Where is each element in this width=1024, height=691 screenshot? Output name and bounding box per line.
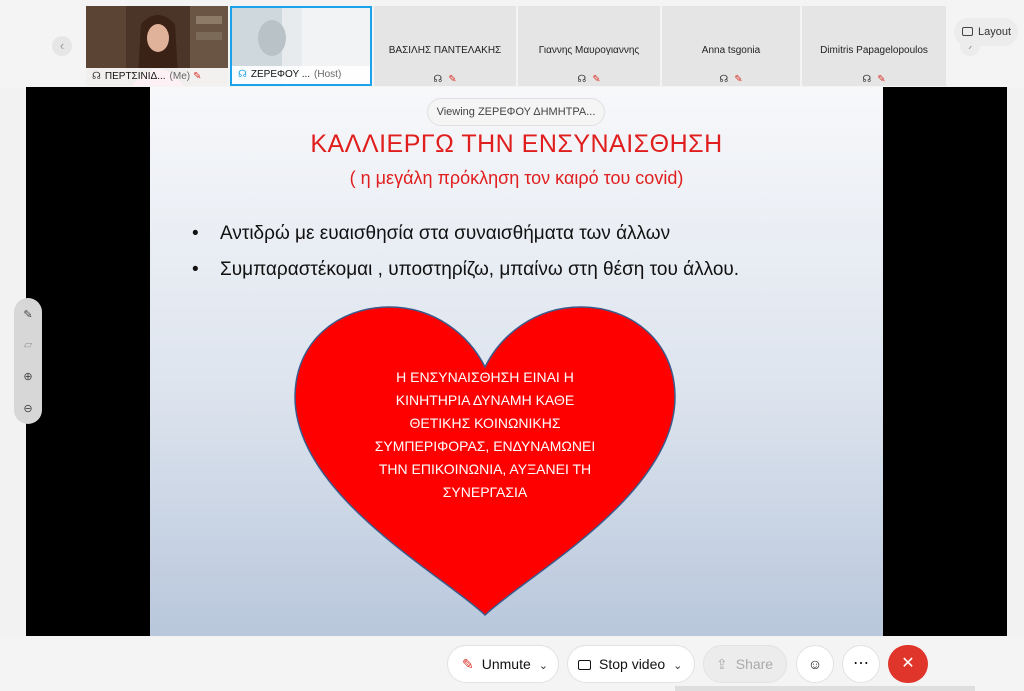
headset-icon: ☊ xyxy=(862,74,872,85)
zoom-in-icon[interactable]: ⊕ xyxy=(14,370,42,383)
zoom-out-icon[interactable]: ⊖ xyxy=(14,402,42,415)
share-label: Share xyxy=(735,656,774,672)
more-icon: ⋯ xyxy=(853,655,869,672)
mic-muted-icon: ✎ xyxy=(448,74,457,85)
reactions-button[interactable]: ☺ xyxy=(796,645,834,683)
unmute-button[interactable]: ✎ Unmute ⌄ xyxy=(447,645,559,683)
self-video-tile[interactable]: ☊ ΠΕΡΤΣΙΝΙΔ... (Me) ✎ xyxy=(86,6,228,86)
stop-video-button[interactable]: Stop video ⌄ xyxy=(567,645,695,683)
chevron-down-icon[interactable]: ⌄ xyxy=(539,660,548,672)
share-button[interactable]: ⇪ Share xyxy=(703,645,787,683)
chevron-down-icon[interactable]: ⌄ xyxy=(673,660,682,672)
host-role: (Host) xyxy=(314,69,342,80)
participant-name: Dimitris Papagelopoulos xyxy=(820,45,928,56)
slide-subtitle: ( η μεγάλη πρόκληση τον καιρό του covid) xyxy=(349,168,684,188)
mic-muted-icon: ✎ xyxy=(734,74,743,85)
list-item: • Συμπαραστέκομαι , υποστηρίζω, μπαίνω στ… xyxy=(192,259,740,280)
participant-tile[interactable]: ΒΑΣΙΛΗΣ ΠΑΝΤΕΛΑΚΗΣ ☊ ✎ xyxy=(374,6,516,86)
layout-icon xyxy=(962,27,973,36)
host-name: ΖΕΡΕΦΟΥ ... xyxy=(250,69,311,80)
slide-bullet-list: • Αντιδρώ με ευαισθησία στα συναισθήματα … xyxy=(192,222,872,294)
layout-label: Layout xyxy=(978,26,1012,38)
self-name: ΠΕΡΤΣΙΝΙΔ... xyxy=(104,71,166,82)
headset-icon: ☊ xyxy=(577,74,587,85)
mic-muted-icon: ✎ xyxy=(592,74,601,85)
close-icon: ✕ xyxy=(901,655,915,672)
participant-name: Anna tsgonia xyxy=(701,45,761,56)
headset-icon: ☊ xyxy=(719,74,729,85)
self-role: (Me) xyxy=(169,71,191,82)
bottom-divider xyxy=(675,686,975,691)
headset-icon: ☊ xyxy=(433,74,443,85)
bullet-text: Συμπαραστέκομαι , υποστηρίζω, μπαίνω στη… xyxy=(220,259,740,280)
leave-meeting-button[interactable]: ✕ xyxy=(888,645,928,683)
host-video-tile[interactable]: ☊ ΖΕΡΕΦΟΥ ... (Host) xyxy=(230,6,372,86)
pen-icon[interactable]: ✎ xyxy=(14,308,42,321)
host-name-bar: ☊ ΖΕΡΕΦΟΥ ... (Host) xyxy=(232,66,370,84)
mic-muted-icon: ✎ xyxy=(193,71,202,82)
headset-icon: ☊ xyxy=(92,71,101,82)
eraser-icon[interactable]: ▱ xyxy=(14,338,42,351)
previous-participants-button[interactable]: ‹ xyxy=(52,36,72,56)
participant-tile[interactable]: Anna tsgonia ☊ ✎ xyxy=(662,6,800,86)
more-options-button[interactable]: ⋯ xyxy=(842,645,880,683)
participant-name: ΒΑΣΙΛΗΣ ΠΑΝΤΕΛΑΚΗΣ xyxy=(388,45,502,56)
camera-icon xyxy=(578,660,591,670)
emoji-icon: ☺ xyxy=(807,656,823,672)
annotation-toolbar: ✎ ▱ ⊕ ⊖ xyxy=(14,298,42,424)
bullet-text: Αντιδρώ με ευαισθησία στα συναισθήματα τ… xyxy=(220,223,671,244)
list-item: • Αντιδρώ με ευαισθησία στα συναισθήματα … xyxy=(192,223,671,244)
mic-muted-icon: ✎ xyxy=(462,656,474,672)
layout-button[interactable]: Layout xyxy=(954,18,1018,46)
heart-text: Η ΕΝΣΥΝΑΙΣΘΗΣΗ ΕΙΝΑΙ Η ΚΙΝΗΤΗΡΙΑ ΔΥΝΑΜΗ … xyxy=(374,369,596,500)
slide-title: ΚΑΛΛΙΕΡΓΩ ΤΗΝ ΕΝΣΥΝΑΙΣΘΗΣΗ xyxy=(310,130,723,158)
participant-tile[interactable]: Dimitris Papagelopoulos ☊ ✎ xyxy=(802,6,946,86)
self-name-bar: ☊ ΠΕΡΤΣΙΝΙΔ... (Me) ✎ xyxy=(86,68,228,86)
stop-video-label: Stop video xyxy=(599,656,666,672)
mic-muted-icon: ✎ xyxy=(877,74,886,85)
participant-name: Γιαννης Μαυρογιαννης xyxy=(538,45,640,56)
share-icon: ⇪ xyxy=(716,656,728,672)
participant-tile[interactable]: Γιαννης Μαυρογιαννης ☊ ✎ xyxy=(518,6,660,86)
unmute-label: Unmute xyxy=(481,656,531,672)
headset-icon: ☊ xyxy=(238,69,247,80)
viewing-indicator[interactable]: Viewing ΖΕΡΕΦΟΥ ΔΗΜΗΤΡΑ... xyxy=(427,98,605,126)
